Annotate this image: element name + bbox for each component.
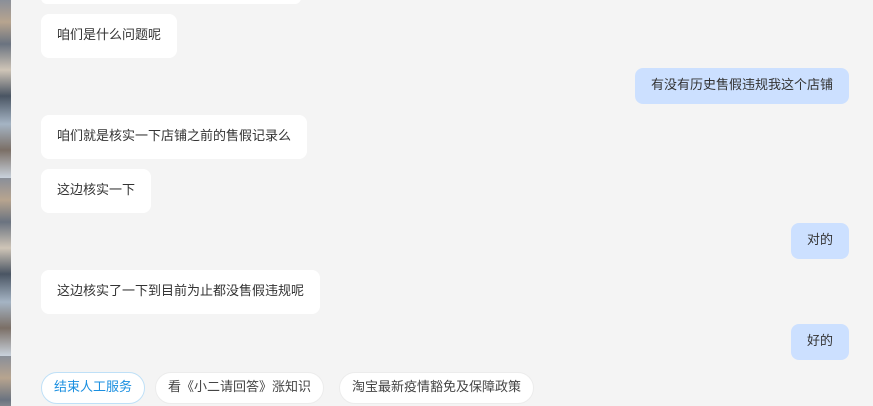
end-human-service-button[interactable]: 结束人工服务 — [41, 372, 146, 404]
agent-message: 咱们是什么问题呢 — [41, 14, 178, 58]
background-photo-strip — [0, 0, 11, 406]
previous-message-bubble-clipped — [41, 0, 301, 4]
agent-message: 这边核实了一下到目前为止都没售假违规呢 — [41, 270, 321, 314]
agent-message: 咱们就是核实一下店铺之前的售假记录么 — [41, 115, 308, 159]
epidemic-exemption-policy-button[interactable]: 淘宝最新疫情豁免及保障政策 — [339, 372, 535, 404]
agent-message: 这边核实一下 — [41, 169, 152, 213]
xiaoer-answers-knowledge-button[interactable]: 看《小二请回答》涨知识 — [155, 372, 325, 404]
user-message: 有没有历史售假违规我这个店铺 — [634, 68, 849, 104]
chat-message-list[interactable]: 咱们是什么问题呢 有没有历史售假违规我这个店铺 咱们就是核实一下店铺之前的售假记… — [11, 0, 873, 406]
user-message: 好的 — [790, 324, 849, 360]
user-message: 对的 — [790, 223, 849, 259]
